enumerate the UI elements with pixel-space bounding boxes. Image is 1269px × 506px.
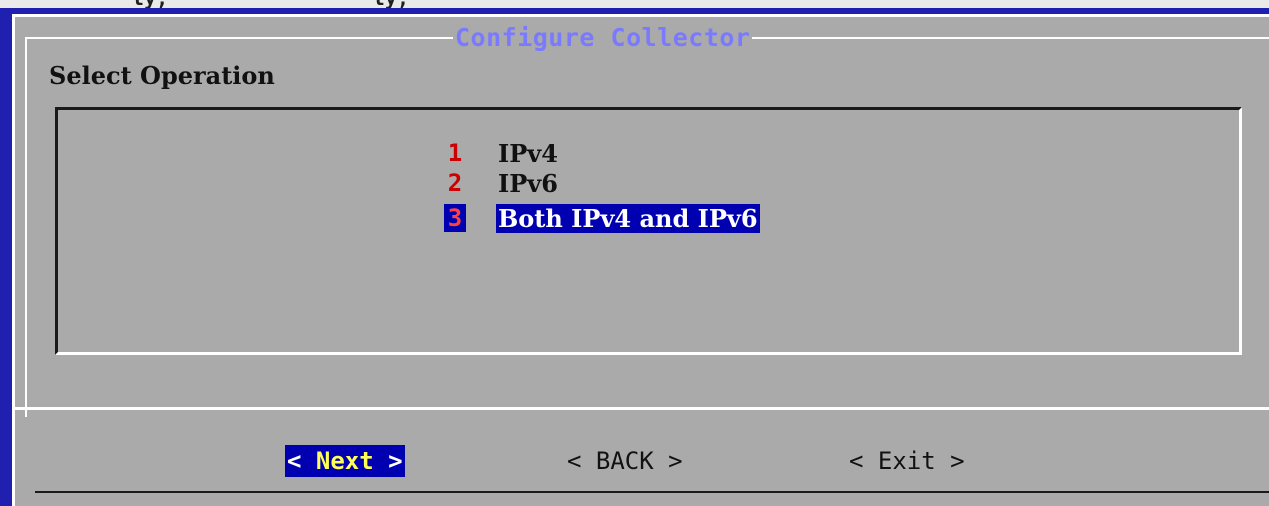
next-button[interactable]: < Next >	[285, 445, 405, 477]
dialog-frame-left	[25, 37, 27, 417]
exit-button-label: Exit	[877, 447, 936, 475]
next-button-right: >	[373, 447, 403, 475]
next-button-left: <	[287, 447, 316, 475]
top-strip-text: _ty, ___ _____ _____ ty,	[120, 0, 409, 8]
dialog-prompt: Select Operation	[49, 61, 275, 90]
button-row: < Next > < BACK > < Exit >	[15, 445, 1269, 479]
button-separator	[15, 407, 1269, 410]
menu-item-ipv4[interactable]: 1 IPv4	[444, 138, 560, 168]
back-button-left: <	[567, 447, 596, 475]
menu-item-label: IPv6	[498, 168, 558, 198]
menu-item-tag: 3	[444, 204, 466, 232]
menu-item-label: IPv4	[498, 138, 558, 168]
dialog-title: Configure Collector	[453, 23, 753, 53]
top-strip: _ty, ___ _____ _____ ty,	[0, 0, 1269, 8]
menu-item-tag: 2	[447, 169, 463, 197]
menu-item-tag: 1	[447, 139, 463, 167]
exit-button-right: >	[935, 447, 965, 475]
configure-collector-dialog: Configure Collector Select Operation 1 I…	[12, 14, 1269, 506]
exit-button[interactable]: < Exit >	[847, 445, 967, 477]
back-button-label: BACK	[595, 447, 654, 475]
exit-button-left: <	[849, 447, 878, 475]
menu-list: 1 IPv4 2 IPv6 3 Both IPv4 and IPv6	[55, 107, 1242, 355]
menu-item-label: Both IPv4 and IPv6	[496, 203, 760, 233]
dialog-bottom-border	[35, 491, 1269, 493]
next-button-label: Next	[315, 447, 374, 475]
back-button[interactable]: < BACK >	[565, 445, 685, 477]
menu-item-both[interactable]: 3 Both IPv4 and IPv6	[444, 203, 760, 233]
menu-item-ipv6[interactable]: 2 IPv6	[444, 168, 560, 198]
back-button-right: >	[653, 447, 683, 475]
